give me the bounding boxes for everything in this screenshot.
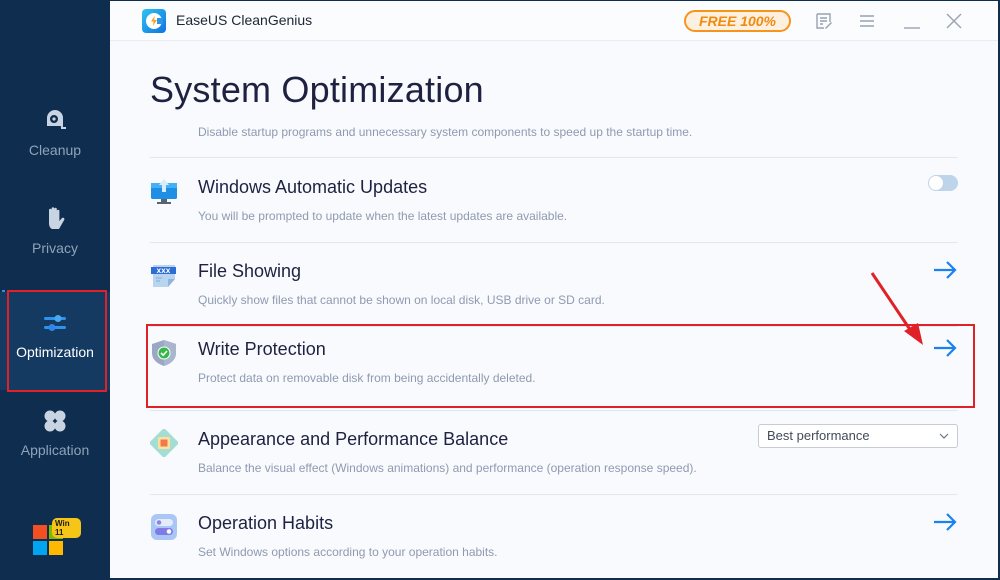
hidden-file-icon: XXX (151, 265, 176, 287)
option-row-operation-habits: Operation Habits Set Windows options acc… (150, 495, 958, 579)
windows-logo-square (49, 541, 63, 555)
performance-mode-select[interactable]: Best performance (758, 424, 958, 448)
windows-logo-icon (33, 525, 47, 539)
app-title: EaseUS CleanGenius (176, 12, 313, 28)
toggles-icon (151, 514, 177, 540)
win11-badge: Win 11 (52, 518, 81, 538)
startup-item-desc: Disable startup programs and unnecessary… (198, 125, 693, 139)
option-desc: You will be prompted to update when the … (198, 209, 568, 223)
free-badge[interactable]: FREE 100% (684, 10, 791, 32)
minimize-icon[interactable] (902, 11, 922, 31)
sidebar-item-label: Cleanup (28, 142, 82, 158)
close-icon[interactable] (944, 11, 964, 31)
option-row-windows-updates: Windows Automatic Updates You will be pr… (150, 159, 958, 243)
arrow-right-icon[interactable] (932, 259, 958, 281)
option-desc: Set Windows options according to your op… (198, 545, 498, 559)
svg-text:XXX: XXX (157, 268, 171, 275)
option-desc: Quickly show files that cannot be shown … (198, 293, 605, 307)
option-title: Write Protection (198, 339, 326, 359)
option-title: Operation Habits (198, 513, 334, 533)
option-title: Appearance and Performance Balance (198, 429, 509, 449)
option-title: Windows Automatic Updates (198, 177, 428, 197)
menu-icon[interactable] (857, 11, 877, 31)
arrow-right-icon[interactable] (932, 511, 958, 533)
select-value: Best performance (767, 428, 870, 443)
monitor-update-icon (151, 179, 177, 204)
chevron-down-icon (939, 433, 949, 439)
sidebar-item-label: Application (20, 442, 90, 458)
option-desc: Balance the visual effect (Windows anima… (198, 461, 697, 475)
vacuum-icon (47, 110, 66, 129)
sliders-icon (44, 315, 66, 331)
divider (150, 157, 958, 158)
sidebar-item-cleanup[interactable]: Cleanup (0, 108, 110, 158)
sidebar-item-application[interactable]: Application (0, 408, 110, 458)
sidebar: Cleanup Privacy Optimization Application… (0, 0, 110, 580)
option-title: File Showing (198, 261, 302, 281)
sidebar-item-label: Privacy (32, 240, 78, 256)
shield-check-icon (152, 340, 176, 366)
sidebar-item-label: Optimization (16, 344, 94, 360)
apps-icon (44, 410, 66, 432)
arrow-right-icon[interactable] (932, 337, 958, 359)
page-title: System Optimization (150, 69, 484, 110)
sidebar-item-privacy[interactable]: Privacy (0, 206, 110, 256)
option-desc: Protect data on removable disk from bein… (198, 371, 536, 385)
hand-icon (49, 207, 65, 229)
option-row-write-protection: Write Protection Protect data on removab… (150, 321, 958, 405)
toggle-knob (929, 176, 943, 190)
main-panel: EaseUS CleanGenius FREE 100% System Opti… (110, 1, 998, 578)
feedback-icon[interactable] (814, 11, 834, 31)
chip-icon (150, 429, 178, 457)
option-row-file-showing: XXX File Showing Quickly show files that… (150, 243, 958, 327)
windows-updates-toggle[interactable] (928, 175, 958, 191)
sidebar-item-optimization[interactable]: Optimization (0, 292, 110, 390)
title-bar: EaseUS CleanGenius FREE 100% (110, 1, 998, 41)
option-row-appearance-performance: Appearance and Performance Balance Balan… (150, 411, 958, 495)
windows-logo-square (33, 541, 47, 555)
app-logo-icon (142, 9, 166, 33)
windows-11-logo[interactable]: Win 11 (33, 518, 81, 556)
